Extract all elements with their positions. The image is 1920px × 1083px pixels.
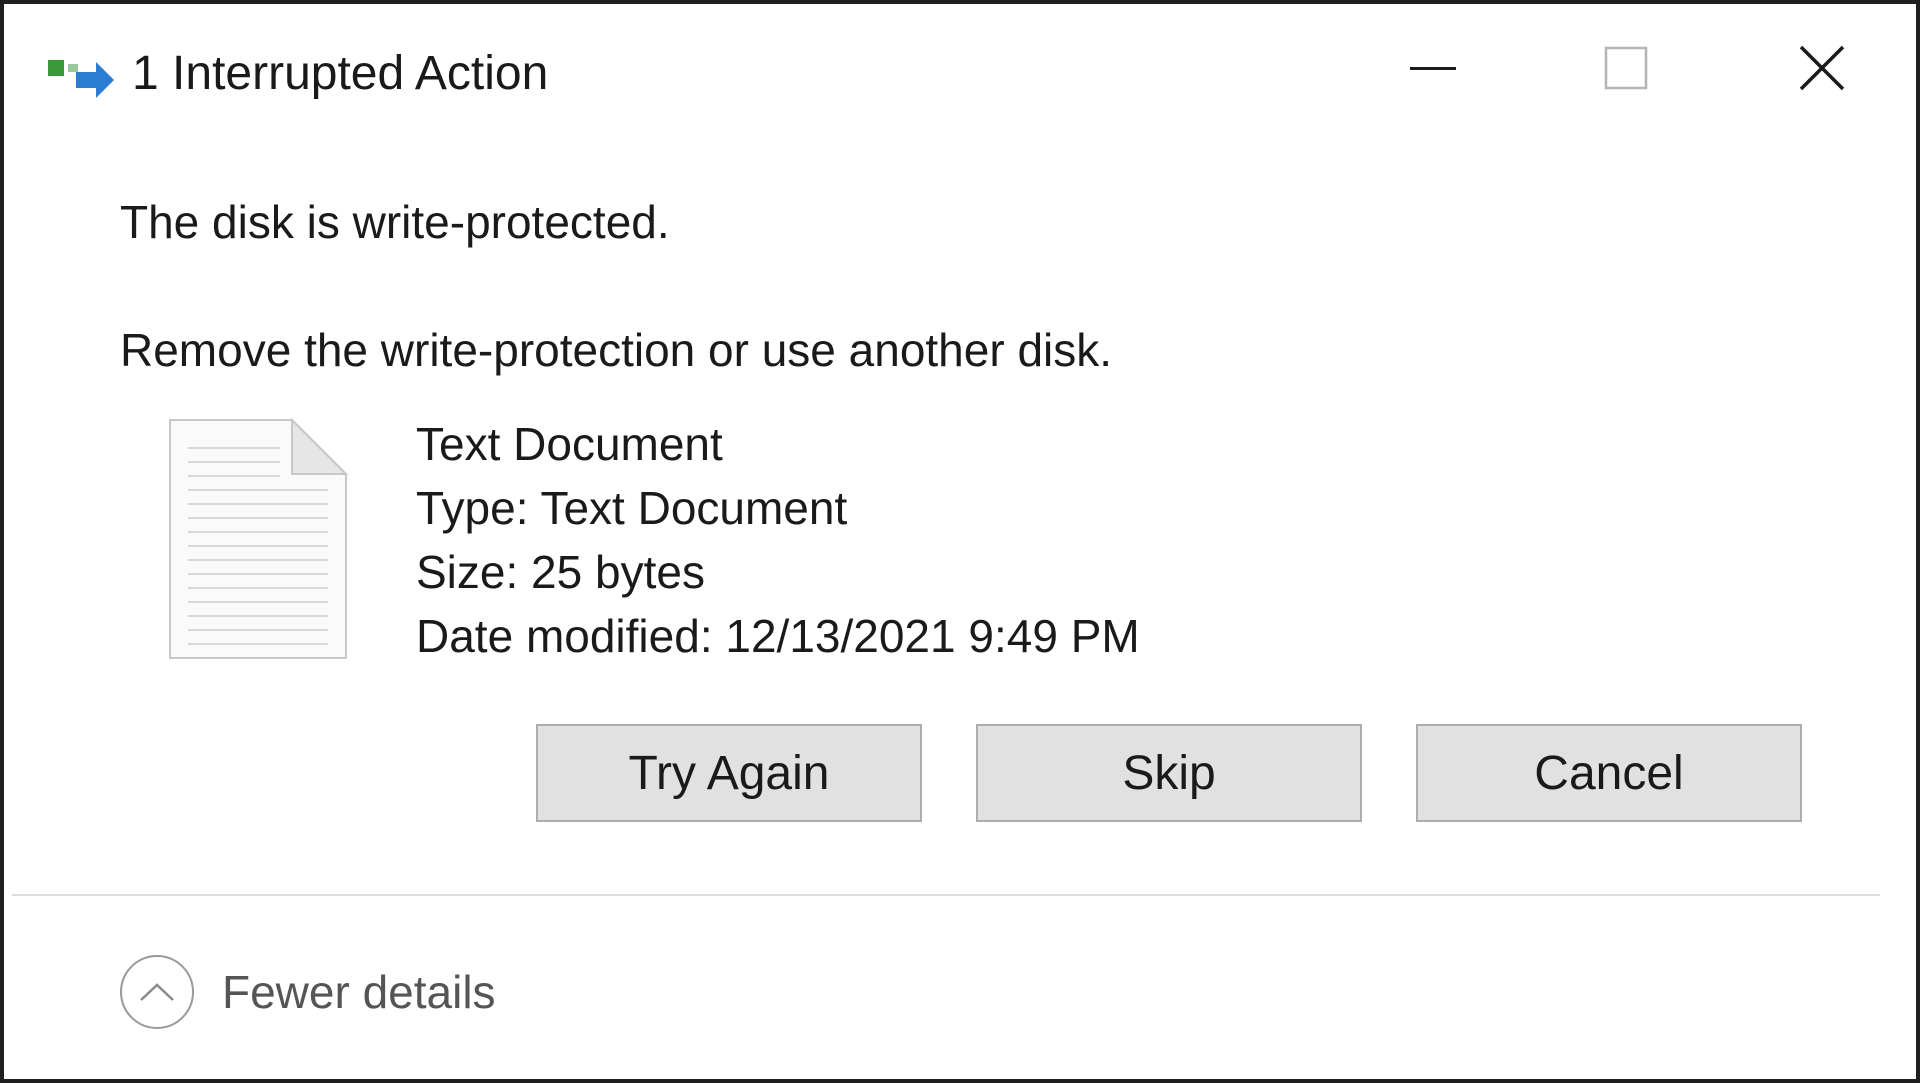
- file-date-modified: Date modified: 12/13/2021 9:49 PM: [416, 610, 1140, 662]
- close-button[interactable]: [1767, 22, 1877, 118]
- file-size: Size: 25 bytes: [416, 546, 705, 598]
- fewer-details-label: Fewer details: [222, 966, 496, 1018]
- skip-button[interactable]: Skip: [976, 724, 1362, 822]
- file-name: Text Document: [416, 418, 723, 470]
- error-headline: The disk is write-protected.: [120, 196, 670, 248]
- maximize-button[interactable]: [1571, 22, 1681, 118]
- text-document-icon: [168, 417, 349, 660]
- try-again-button[interactable]: Try Again: [536, 724, 922, 822]
- file-move-icon: [46, 54, 116, 100]
- chevron-up-icon: [120, 955, 194, 1029]
- window-title: 1 Interrupted Action: [132, 47, 549, 100]
- dialog-window: 1 Interrupted Action The disk is write-p…: [0, 0, 1920, 1083]
- minimize-button[interactable]: [1378, 22, 1488, 118]
- footer-divider: [12, 894, 1880, 896]
- maximize-icon: [1602, 44, 1650, 97]
- minimize-icon: [1408, 61, 1458, 79]
- close-icon: [1797, 43, 1847, 98]
- fewer-details-toggle[interactable]: Fewer details: [120, 952, 496, 1032]
- title-bar[interactable]: 1 Interrupted Action: [4, 4, 1916, 139]
- error-instruction: Remove the write-protection or use anoth…: [120, 324, 1113, 376]
- file-details: Text Document Type: Text Document Size: …: [416, 412, 1140, 668]
- file-type: Type: Text Document: [416, 482, 848, 534]
- cancel-button[interactable]: Cancel: [1416, 724, 1802, 822]
